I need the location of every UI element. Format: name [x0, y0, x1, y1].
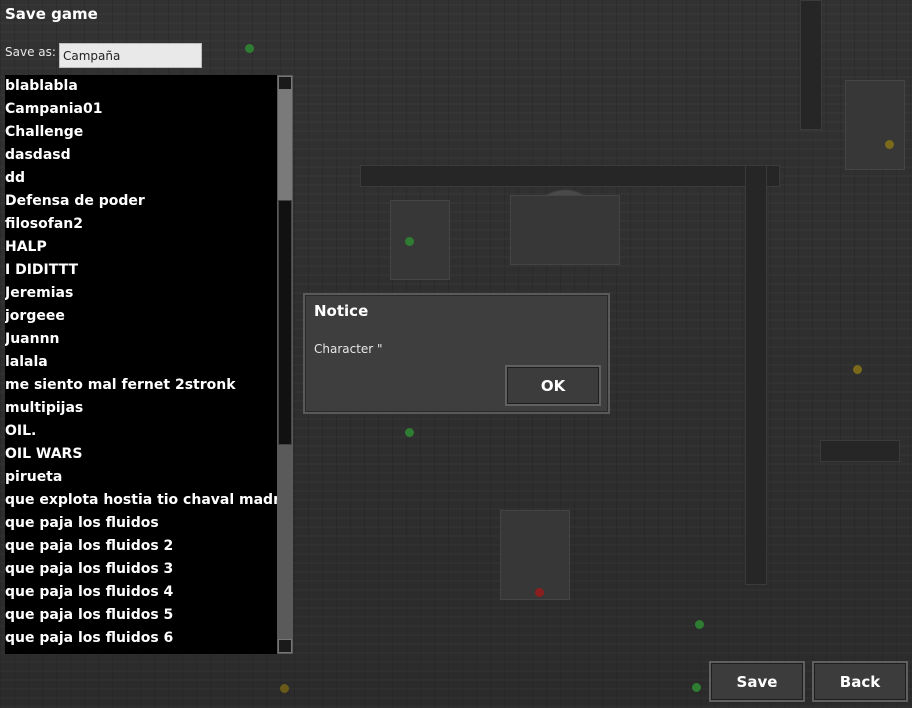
save-as-label: Save as: [5, 45, 56, 59]
list-item[interactable]: Challenge [5, 121, 277, 144]
list-item[interactable]: que paja los fluidos 5 [5, 604, 277, 627]
background-light [535, 588, 544, 597]
background-machine [510, 195, 620, 265]
save-button[interactable]: Save [709, 661, 805, 702]
list-item[interactable]: blablabla [5, 75, 277, 98]
background-machine [845, 80, 905, 170]
list-item[interactable]: que paja los fluidos 3 [5, 558, 277, 581]
background-machine [500, 510, 570, 600]
background-light [692, 683, 701, 692]
background-belt [800, 0, 822, 130]
list-item[interactable]: pirueta [5, 466, 277, 489]
background-light [405, 428, 414, 437]
list-item[interactable]: Campania01 [5, 98, 277, 121]
save-list[interactable]: blablabla Campania01 Challenge dasdasd dd Def… [5, 75, 277, 654]
background-belt [745, 165, 767, 585]
background-light [280, 684, 289, 693]
list-item[interactable]: dasdasd [5, 144, 277, 167]
list-item[interactable]: dd [5, 167, 277, 190]
background-light [405, 237, 414, 246]
background-light [885, 140, 894, 149]
notice-dialog: Notice Character " OK [303, 293, 610, 414]
scroll-thumb[interactable] [278, 200, 292, 445]
list-item[interactable]: que paja los fluidos 4 [5, 581, 277, 604]
save-name-input[interactable] [59, 43, 202, 68]
list-item[interactable]: que paja los fluidos [5, 512, 277, 535]
scroll-track[interactable] [278, 90, 292, 200]
list-item[interactable]: que paja los fluidos 6 [5, 627, 277, 650]
list-item[interactable]: multipijas [5, 397, 277, 420]
list-item[interactable]: que explota hostia tio chaval madre mia [5, 489, 277, 512]
list-item[interactable]: Juannn [5, 328, 277, 351]
background-belt [820, 440, 900, 462]
scroll-down-button[interactable] [278, 639, 292, 653]
list-item[interactable]: Jeremias [5, 282, 277, 305]
background-light [695, 620, 704, 629]
background-light [853, 365, 862, 374]
list-item[interactable]: filosofan2 [5, 213, 277, 236]
ok-button[interactable]: OK [505, 365, 601, 406]
list-item[interactable]: OIL WARS [5, 443, 277, 466]
list-item[interactable]: HALP [5, 236, 277, 259]
list-item[interactable]: que paja los fluidos 2 [5, 535, 277, 558]
save-list-items: blablabla Campania01 Challenge dasdasd dd Def… [5, 75, 277, 650]
list-item[interactable]: lalala [5, 351, 277, 374]
dialog-title: Notice [314, 302, 369, 320]
list-item[interactable]: me siento mal fernet 2stronk [5, 374, 277, 397]
background-machine [390, 200, 450, 280]
list-item[interactable]: I DIDITTT [5, 259, 277, 282]
save-list-scrollbar[interactable] [277, 75, 293, 654]
back-button[interactable]: Back [812, 661, 908, 702]
list-item[interactable]: Defensa de poder [5, 190, 277, 213]
page-title: Save game [5, 5, 98, 23]
list-item[interactable]: jorgeee [5, 305, 277, 328]
list-item[interactable]: OIL. [5, 420, 277, 443]
background-belt [360, 165, 780, 187]
background-light [245, 44, 254, 53]
dialog-message: Character " [314, 342, 383, 356]
scroll-up-button[interactable] [278, 76, 292, 90]
